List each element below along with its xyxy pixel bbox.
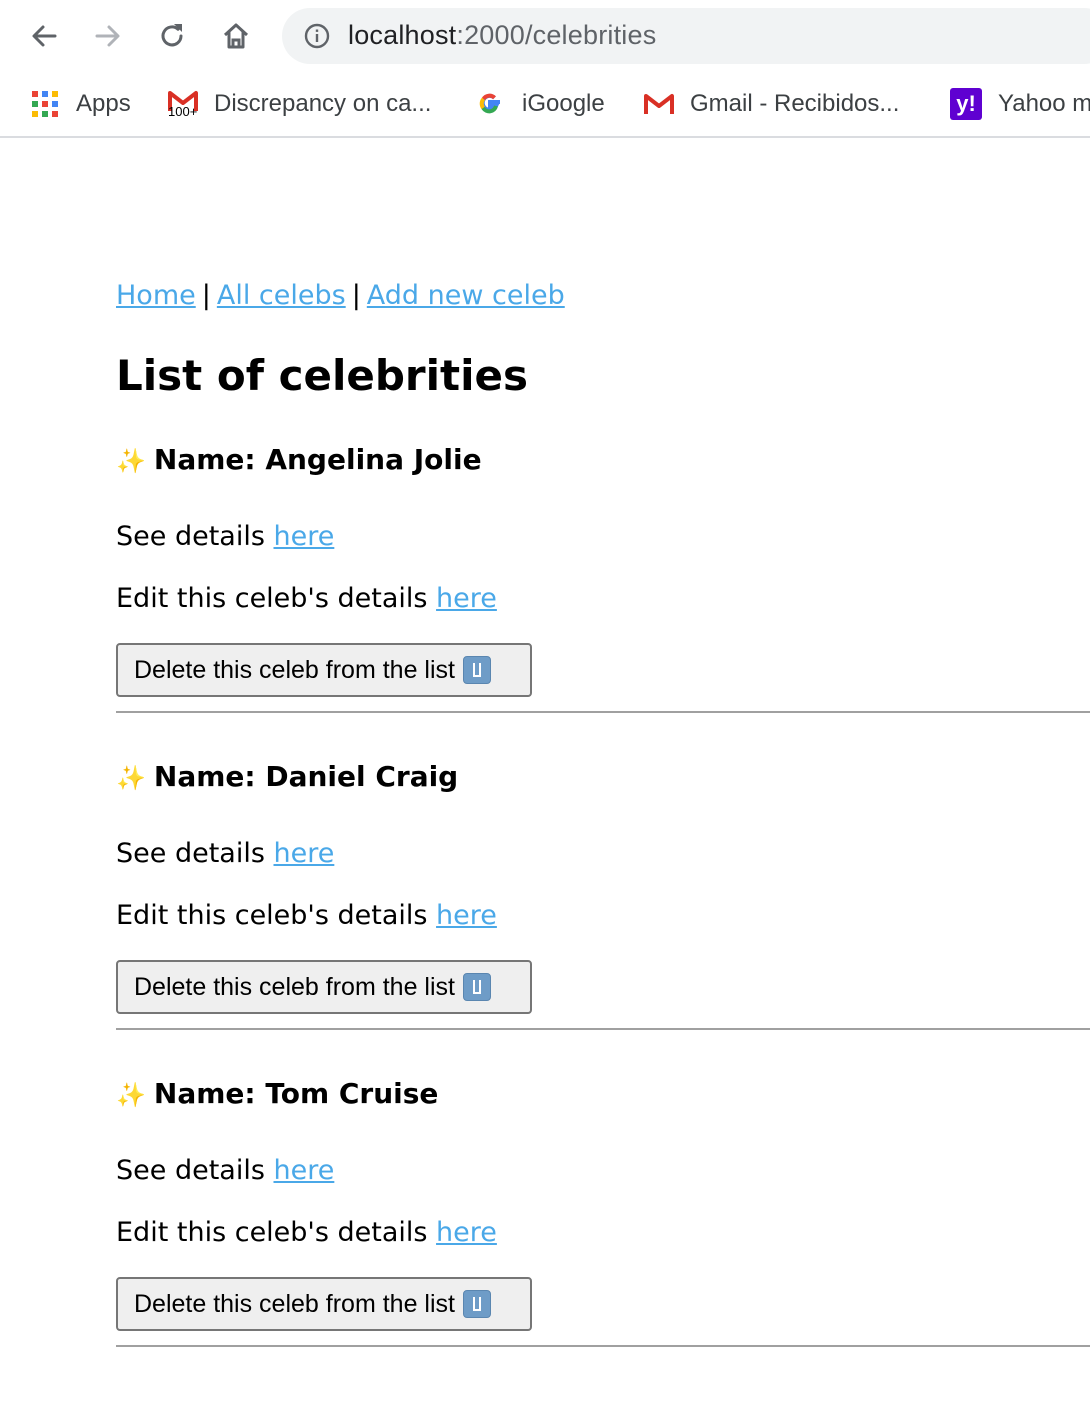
sparkle-icon: ✨ [116,764,146,792]
celeb-name: ✨ Name: Angelina Jolie [116,442,1090,479]
trash-icon [462,656,491,684]
google-icon [476,89,506,119]
bookmark-label: Apps [76,90,131,117]
reload-button[interactable] [152,16,192,56]
address-bar[interactable]: localhost:2000/celebrities [282,8,1090,64]
apps-grid-icon [30,89,60,119]
bookmark-apps[interactable]: Apps [30,86,131,122]
gmail-icon: 100+ [168,89,198,119]
delete-button-label: Delete this celeb from the list [134,972,455,1001]
see-details-line: See details here [116,836,1090,872]
sparkle-icon: ✨ [116,1081,146,1109]
bookmark-discrepancy[interactable]: 100+ Discrepancy on ca... [168,86,431,122]
trash-icon [462,1290,491,1318]
nav-separator: | [201,280,211,311]
divider [116,1028,1090,1030]
bookmark-igoogle[interactable]: iGoogle [476,86,605,122]
browser-toolbar: localhost:2000/celebrities [0,0,1090,72]
forward-arrow-icon [95,25,120,47]
reload-icon [161,24,183,47]
bookmark-yahoo[interactable]: y! Yahoo m [950,86,1090,122]
edit-details-text: Edit this celeb's details [116,1217,437,1248]
celeb-name: ✨ Name: Tom Cruise [116,1076,1090,1113]
trash-icon [462,973,491,1001]
celeb-name-text: Name: Daniel Craig [153,760,459,793]
celeb-item: ✨ Name: Daniel Craig See details here Edi… [116,759,1090,1030]
edit-details-line: Edit this celeb's details here [116,581,1090,617]
bookmarks-bar: Apps 100+ Discrepancy on ca... iGoogle G… [0,72,1090,138]
page-content: Home | All celebs | Add new celeb List of ce… [116,280,1090,1347]
forward-button[interactable] [88,16,128,56]
divider [116,711,1090,713]
yahoo-icon: y! [950,88,982,120]
celeb-name-text: Name: Angelina Jolie [153,443,482,476]
celeb-name: ✨ Name: Daniel Craig [116,759,1090,796]
bookmark-label: iGoogle [522,90,605,117]
see-details-link[interactable]: here [273,838,334,869]
see-details-text: See details [116,1155,274,1186]
delete-button-label: Delete this celeb from the list [134,655,455,684]
bookmark-label: Gmail - Recibidos... [690,90,900,117]
edit-details-link[interactable]: here [436,1217,497,1248]
gmail-badge: 100+ [168,104,198,119]
url-host: localhost [348,20,457,50]
page-title: List of celebrities [116,351,529,400]
see-details-line: See details here [116,519,1090,555]
edit-details-line: Edit this celeb's details here [116,1215,1090,1251]
nav-add-celeb-link[interactable]: Add new celeb [367,280,565,311]
see-details-link[interactable]: here [273,521,334,552]
gmail-icon [644,89,674,119]
url-path: :2000/celebrities [456,20,657,50]
celeb-name-text: Name: Tom Cruise [153,1077,439,1110]
see-details-text: See details [116,838,274,869]
delete-celeb-button[interactable]: Delete this celeb from the list [116,643,532,697]
nav-separator: | [351,280,361,311]
celeb-item: ✨ Name: Tom Cruise See details here Edit … [116,1076,1090,1347]
back-arrow-icon [32,25,57,47]
celeb-item: ✨ Name: Angelina Jolie See details here E… [116,442,1090,713]
nav-all-celebs-link[interactable]: All celebs [217,280,346,311]
edit-details-text: Edit this celeb's details [116,583,437,614]
home-browser-button[interactable] [216,16,256,56]
see-details-line: See details here [116,1153,1090,1189]
url-text: localhost:2000/celebrities [348,20,656,51]
edit-details-text: Edit this celeb's details [116,900,437,931]
home-icon [223,23,249,49]
see-details-text: See details [116,521,274,552]
divider [116,1345,1090,1347]
sparkle-icon: ✨ [116,447,146,475]
edit-details-link[interactable]: here [436,900,497,931]
edit-details-link[interactable]: here [436,583,497,614]
nav-home-link[interactable]: Home [116,280,196,311]
bookmark-label: Yahoo m [998,90,1090,117]
bookmark-label: Discrepancy on ca... [214,90,432,117]
bookmark-gmail-recibidos[interactable]: Gmail - Recibidos... [644,86,899,122]
delete-button-label: Delete this celeb from the list [134,1289,455,1318]
delete-celeb-button[interactable]: Delete this celeb from the list [116,960,532,1014]
info-icon[interactable] [304,23,330,49]
delete-celeb-button[interactable]: Delete this celeb from the list [116,1277,532,1331]
top-nav: Home | All celebs | Add new celeb [116,280,1090,320]
back-button[interactable] [24,16,64,56]
see-details-link[interactable]: here [273,1155,334,1186]
edit-details-line: Edit this celeb's details here [116,898,1090,934]
